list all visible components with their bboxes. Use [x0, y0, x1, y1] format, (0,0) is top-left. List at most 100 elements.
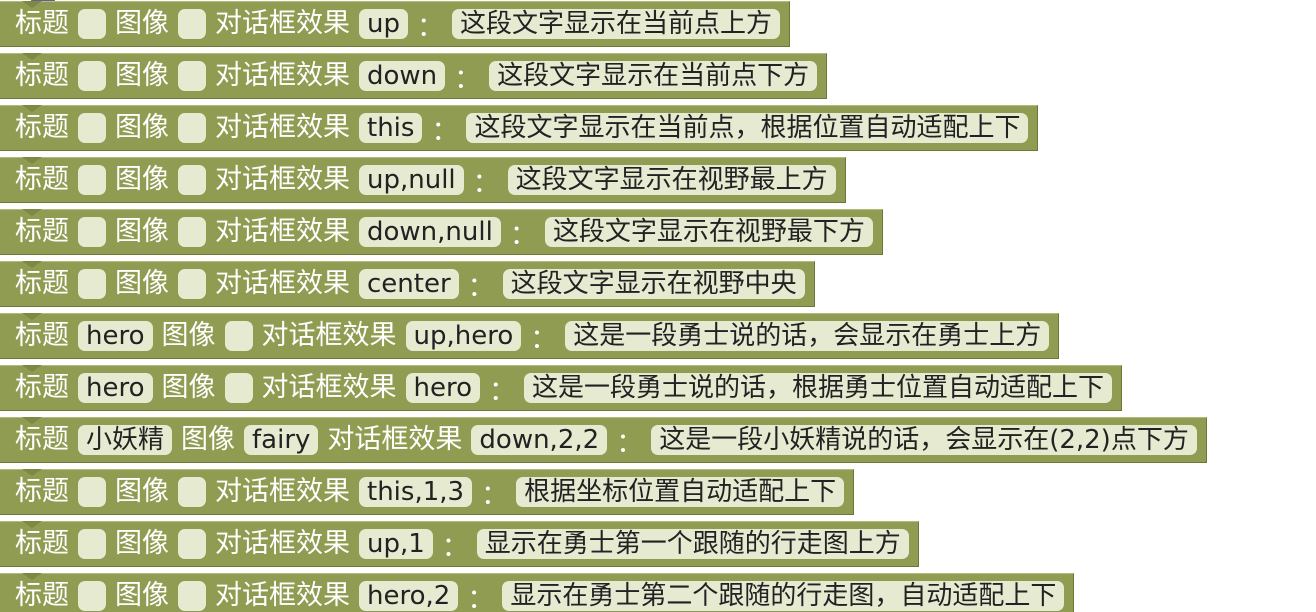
title-field[interactable] — [78, 477, 106, 507]
block-connector-notch — [22, 313, 42, 320]
block-connector-notch — [22, 261, 42, 268]
title-field[interactable]: 小妖精 — [78, 425, 173, 455]
image-label: 图像 — [115, 60, 169, 91]
dialog-block[interactable]: 标题 图像 对话框效果 down,null ：这段文字显示在视野最下方 — [0, 209, 883, 255]
image-field[interactable] — [178, 61, 206, 91]
effect-field[interactable]: up — [359, 9, 408, 39]
title-label: 标题 — [15, 320, 69, 351]
block-connector-notch — [22, 209, 42, 216]
title-label: 标题 — [15, 60, 69, 91]
effect-field[interactable]: hero — [405, 373, 480, 403]
colon-separator: ： — [472, 167, 500, 199]
dialog-block[interactable]: 标题 图像 对话框效果 up,null ：这段文字显示在视野最上方 — [0, 157, 846, 203]
effect-field[interactable]: hero,2 — [359, 581, 459, 611]
title-field[interactable] — [78, 165, 106, 195]
effect-label: 对话框效果 — [215, 268, 350, 299]
dialog-block[interactable]: 标题 图像 对话框效果 center ：这段文字显示在视野中央 — [0, 261, 815, 307]
effect-field[interactable]: center — [359, 269, 459, 299]
block-connector-notch — [22, 105, 42, 112]
effect-field[interactable]: this,1,3 — [359, 477, 473, 507]
title-field[interactable] — [78, 581, 106, 611]
image-label: 图像 — [115, 164, 169, 195]
title-label: 标题 — [15, 268, 69, 299]
dialog-block[interactable]: 标题 图像 对话框效果 up,1 ：显示在勇士第一个跟随的行走图上方 — [0, 521, 919, 567]
title-field[interactable] — [78, 269, 106, 299]
title-label: 标题 — [15, 528, 69, 559]
colon-separator: ： — [616, 427, 644, 459]
title-field[interactable] — [78, 529, 106, 559]
image-label: 图像 — [115, 580, 169, 611]
dialog-text-field[interactable]: 显示在勇士第二个跟随的行走图，自动适配上下 — [502, 581, 1065, 611]
image-field[interactable] — [178, 113, 206, 143]
image-field[interactable] — [178, 269, 206, 299]
dialog-block[interactable]: 标题 图像 对话框效果 hero,2 ：显示在勇士第二个跟随的行走图，自动适配上下 — [0, 573, 1074, 612]
colon-separator: ： — [467, 271, 495, 303]
colon-separator: ： — [481, 479, 509, 511]
dialog-text-field[interactable]: 显示在勇士第一个跟随的行走图上方 — [476, 529, 909, 559]
block-connector-notch — [22, 469, 42, 476]
dialog-block[interactable]: 标题 hero 图像 对话框效果 hero ： 这是一段勇士说的话，根据勇士位置自动适配上下 — [0, 365, 1122, 411]
image-field[interactable] — [178, 217, 206, 247]
title-field[interactable] — [78, 61, 106, 91]
effect-field[interactable]: up,hero — [405, 321, 522, 351]
dialog-text-field[interactable]: 这是一段勇士说的话，根据勇士位置自动适配上下 — [524, 373, 1113, 403]
title-field[interactable]: hero — [78, 321, 153, 351]
blockly-workspace[interactable]: 标题 图像 对话框效果 up：这段文字显示在当前点上方 标题 图像 对话框效果 down：这段… — [0, 0, 1316, 612]
dialog-text-field[interactable]: 这段文字显示在当前点上方 — [451, 9, 780, 39]
title-label: 标题 — [15, 8, 69, 39]
image-field[interactable]: fairy — [244, 425, 319, 455]
image-label: 图像 — [115, 216, 169, 247]
effect-label: 对话框效果 — [215, 476, 350, 507]
dialog-block[interactable]: 标题 图像 对话框效果 this ：这段文字显示在当前点，根据位置自动适配上下 — [0, 105, 1038, 151]
colon-separator: ： — [530, 323, 558, 355]
title-field[interactable] — [78, 113, 106, 143]
image-label: 图像 — [115, 112, 169, 143]
block-connector-notch — [22, 521, 42, 528]
dialog-text-field[interactable]: 这段文字显示在当前点，根据位置自动适配上下 — [466, 113, 1029, 143]
dialog-text-field[interactable]: 这段文字显示在视野最上方 — [507, 165, 836, 195]
title-field[interactable]: hero — [78, 373, 153, 403]
dialog-text-field[interactable]: 这是一段小妖精说的话，会显示在(2,2)点下方 — [651, 425, 1197, 455]
effect-field[interactable]: up,null — [359, 165, 464, 195]
effect-label: 对话框效果 — [215, 164, 350, 195]
image-field[interactable] — [224, 321, 253, 351]
dialog-text-field[interactable]: 这段文字显示在当前点下方 — [489, 61, 818, 91]
effect-field[interactable]: this — [359, 113, 423, 143]
dialog-block[interactable]: 标题 hero 图像 对话框效果 up,hero ：这是一段勇士说的话，会显示在勇士上方 — [0, 313, 1059, 359]
image-label: 图像 — [115, 528, 169, 559]
block-connector-notch — [22, 1, 42, 8]
image-label: 图像 — [161, 372, 216, 403]
effect-label: 对话框效果 — [215, 580, 350, 611]
dialog-text-field[interactable]: 根据坐标位置自动适配上下 — [516, 477, 845, 507]
image-field[interactable] — [178, 477, 206, 507]
colon-separator: ： — [441, 531, 469, 563]
effect-field[interactable]: down,2,2 — [471, 425, 608, 455]
dialog-text-field[interactable]: 这段文字显示在视野最下方 — [544, 217, 873, 247]
dialog-block[interactable]: 标题 图像 对话框效果 this,1,3 ：根据坐标位置自动适配上下 — [0, 469, 854, 515]
colon-separator: ： — [416, 11, 444, 43]
dialog-block[interactable]: 标题 图像 对话框效果 down ：这段文字显示在当前点下方 — [0, 53, 827, 99]
image-field[interactable] — [178, 9, 206, 39]
colon-separator: ： — [431, 115, 459, 147]
image-label: 图像 — [161, 320, 216, 351]
title-field[interactable] — [78, 217, 106, 247]
image-label: 图像 — [115, 268, 169, 299]
image-field[interactable] — [224, 373, 253, 403]
image-field[interactable] — [178, 581, 206, 611]
effect-field[interactable]: down,null — [359, 217, 501, 247]
dialog-block[interactable]: 标题 小妖精 图像 fairy 对话框效果 down,2,2 ：这是一段小妖精说的话，会显示… — [0, 417, 1207, 463]
effect-label: 对话框效果 — [261, 320, 397, 351]
image-label: 图像 — [115, 8, 169, 39]
title-label: 标题 — [15, 112, 69, 143]
title-field[interactable] — [78, 9, 106, 39]
dialog-block[interactable]: 标题 图像 对话框效果 up ：这段文字显示在当前点上方 — [0, 1, 790, 47]
title-label: 标题 — [15, 372, 69, 403]
image-field[interactable] — [178, 165, 206, 195]
block-connector-notch — [22, 417, 42, 424]
effect-label: 对话框效果 — [215, 8, 350, 39]
image-field[interactable] — [178, 529, 206, 559]
effect-field[interactable]: up,1 — [359, 529, 433, 559]
dialog-text-field[interactable]: 这是一段勇士说的话，会显示在勇士上方 — [565, 321, 1050, 351]
dialog-text-field[interactable]: 这段文字显示在视野中央 — [502, 269, 805, 299]
effect-field[interactable]: down — [359, 61, 446, 91]
